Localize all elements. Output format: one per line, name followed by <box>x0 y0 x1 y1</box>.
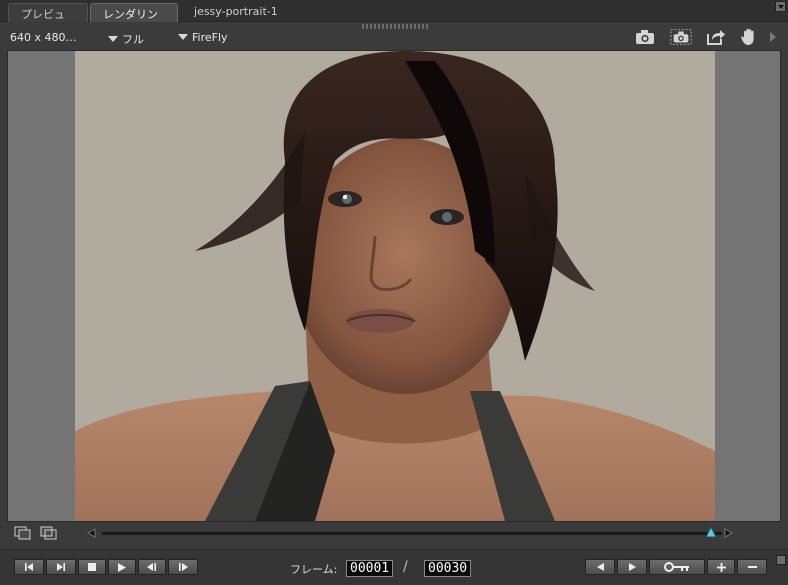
render-mode-value: フル <box>122 33 144 46</box>
play-button[interactable] <box>108 559 136 575</box>
stop-icon <box>88 563 96 571</box>
render-viewport[interactable] <box>7 50 781 522</box>
previous-frame-icon <box>147 563 156 571</box>
frame-separator: / <box>403 559 408 575</box>
timeline-end-arrow-icon[interactable] <box>724 528 734 541</box>
timeline-start-arrow-icon[interactable] <box>86 528 96 541</box>
stop-button[interactable] <box>78 559 106 575</box>
export-icon[interactable] <box>705 26 727 48</box>
next-frame-icon <box>179 563 188 571</box>
keyframe-button[interactable] <box>649 559 705 575</box>
minus-icon <box>747 566 757 568</box>
key-icon <box>664 562 689 572</box>
current-frame-field[interactable]: 00001 <box>346 560 394 577</box>
go-to-start-button[interactable] <box>14 559 44 575</box>
dropdown-arrow-icon <box>178 34 188 40</box>
transport-bar: フレーム: 00001 / 00030 <box>0 549 788 585</box>
previous-key-icon <box>596 563 604 571</box>
tab-bar: プレビュー レンダリング jessy-portrait-1 <box>0 0 788 37</box>
next-key-icon <box>628 563 636 571</box>
previous-key-button[interactable] <box>585 559 615 575</box>
previous-frame-button[interactable] <box>138 559 166 575</box>
hand-pan-icon[interactable] <box>738 26 760 48</box>
tab-document[interactable]: jessy-portrait-1 <box>182 3 312 22</box>
copy-frame-icon[interactable] <box>14 526 32 540</box>
compare-frame-icon[interactable] <box>40 526 58 540</box>
renderer-value: FireFly <box>192 31 228 44</box>
expand-arrow-icon[interactable] <box>764 26 782 48</box>
portrait-render <box>75 51 715 521</box>
next-key-button[interactable] <box>617 559 647 575</box>
tab-rendering[interactable]: レンダリング <box>90 3 178 37</box>
render-mode-dropdown[interactable]: フル <box>108 31 144 47</box>
go-to-end-icon <box>57 563 65 571</box>
timeline-bar <box>0 522 788 544</box>
dropdown-arrow-icon <box>108 36 118 42</box>
tab-preview[interactable]: プレビュー <box>8 3 88 37</box>
add-key-button[interactable] <box>707 559 735 575</box>
frame-label: フレーム: <box>290 563 338 576</box>
timeline-slider[interactable] <box>102 525 722 538</box>
resolution-label[interactable]: 640 x 480… <box>10 31 77 44</box>
timeline-slider-handle[interactable] <box>705 525 717 538</box>
render-camera-icon[interactable] <box>634 26 656 48</box>
rendered-image <box>75 51 715 521</box>
area-render-camera-icon[interactable] <box>670 26 692 48</box>
panel-resize-grip[interactable] <box>362 24 428 29</box>
plus-icon <box>716 562 726 572</box>
transport-menu-icon[interactable] <box>776 555 786 565</box>
go-to-start-icon <box>25 563 33 571</box>
total-frames-field[interactable]: 00030 <box>424 560 472 577</box>
renderer-dropdown[interactable]: FireFly <box>178 31 228 44</box>
remove-key-button[interactable] <box>737 559 767 575</box>
go-to-end-button[interactable] <box>46 559 76 575</box>
tab-document-label: jessy-portrait-1 <box>194 5 278 18</box>
window-menu-icon[interactable] <box>775 1 786 12</box>
next-frame-button[interactable] <box>168 559 198 575</box>
play-icon <box>118 562 126 572</box>
